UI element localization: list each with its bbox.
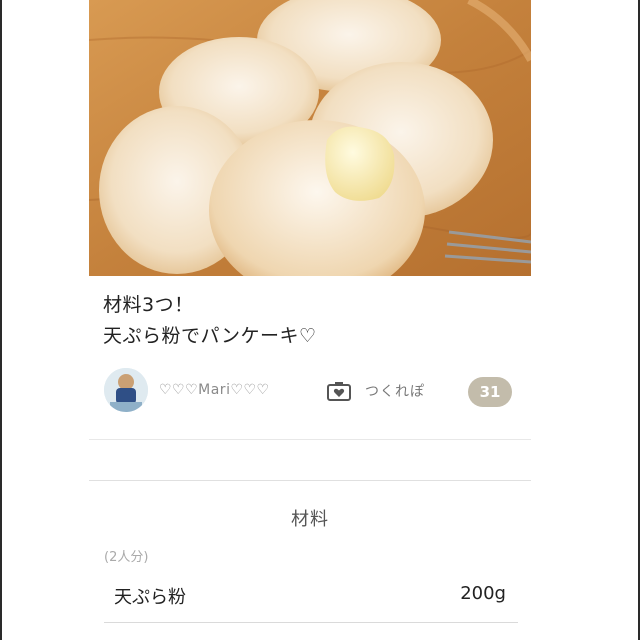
window-edge-left (0, 0, 2, 640)
author-avatar[interactable] (104, 368, 148, 412)
ingredient-quantity: 200g (460, 583, 506, 604)
tsukurepo-link[interactable]: つくれぽ (327, 380, 425, 402)
divider (89, 439, 531, 440)
ingredients-heading: 材料 (291, 509, 329, 530)
avatar-image (104, 368, 148, 412)
ingredient-name: 天ぷら粉 (114, 587, 186, 608)
tsukurepo-count-badge[interactable]: 31 (468, 377, 512, 407)
recipe-title: 材料3つ！ 天ぷら粉でパンケーキ♡ (103, 290, 523, 352)
tsukurepo-label: つくれぽ (365, 384, 425, 400)
divider (89, 480, 531, 481)
recipe-title-line-2: 天ぷら粉でパンケーキ♡ (103, 325, 317, 347)
ingredient-row: 天ぷら粉 200g (104, 574, 518, 616)
ingredient-divider (104, 622, 518, 623)
pancake-image (89, 0, 531, 276)
recipe-title-line-1: 材料3つ！ (103, 294, 194, 316)
camera-heart-icon (327, 382, 351, 401)
recipe-photo[interactable] (89, 0, 531, 276)
author-row: ♡♡♡Mari♡♡♡ つくれぽ 31 (104, 368, 524, 416)
servings-label: (2人分) (104, 550, 149, 565)
author-name[interactable]: ♡♡♡Mari♡♡♡ (159, 382, 270, 398)
